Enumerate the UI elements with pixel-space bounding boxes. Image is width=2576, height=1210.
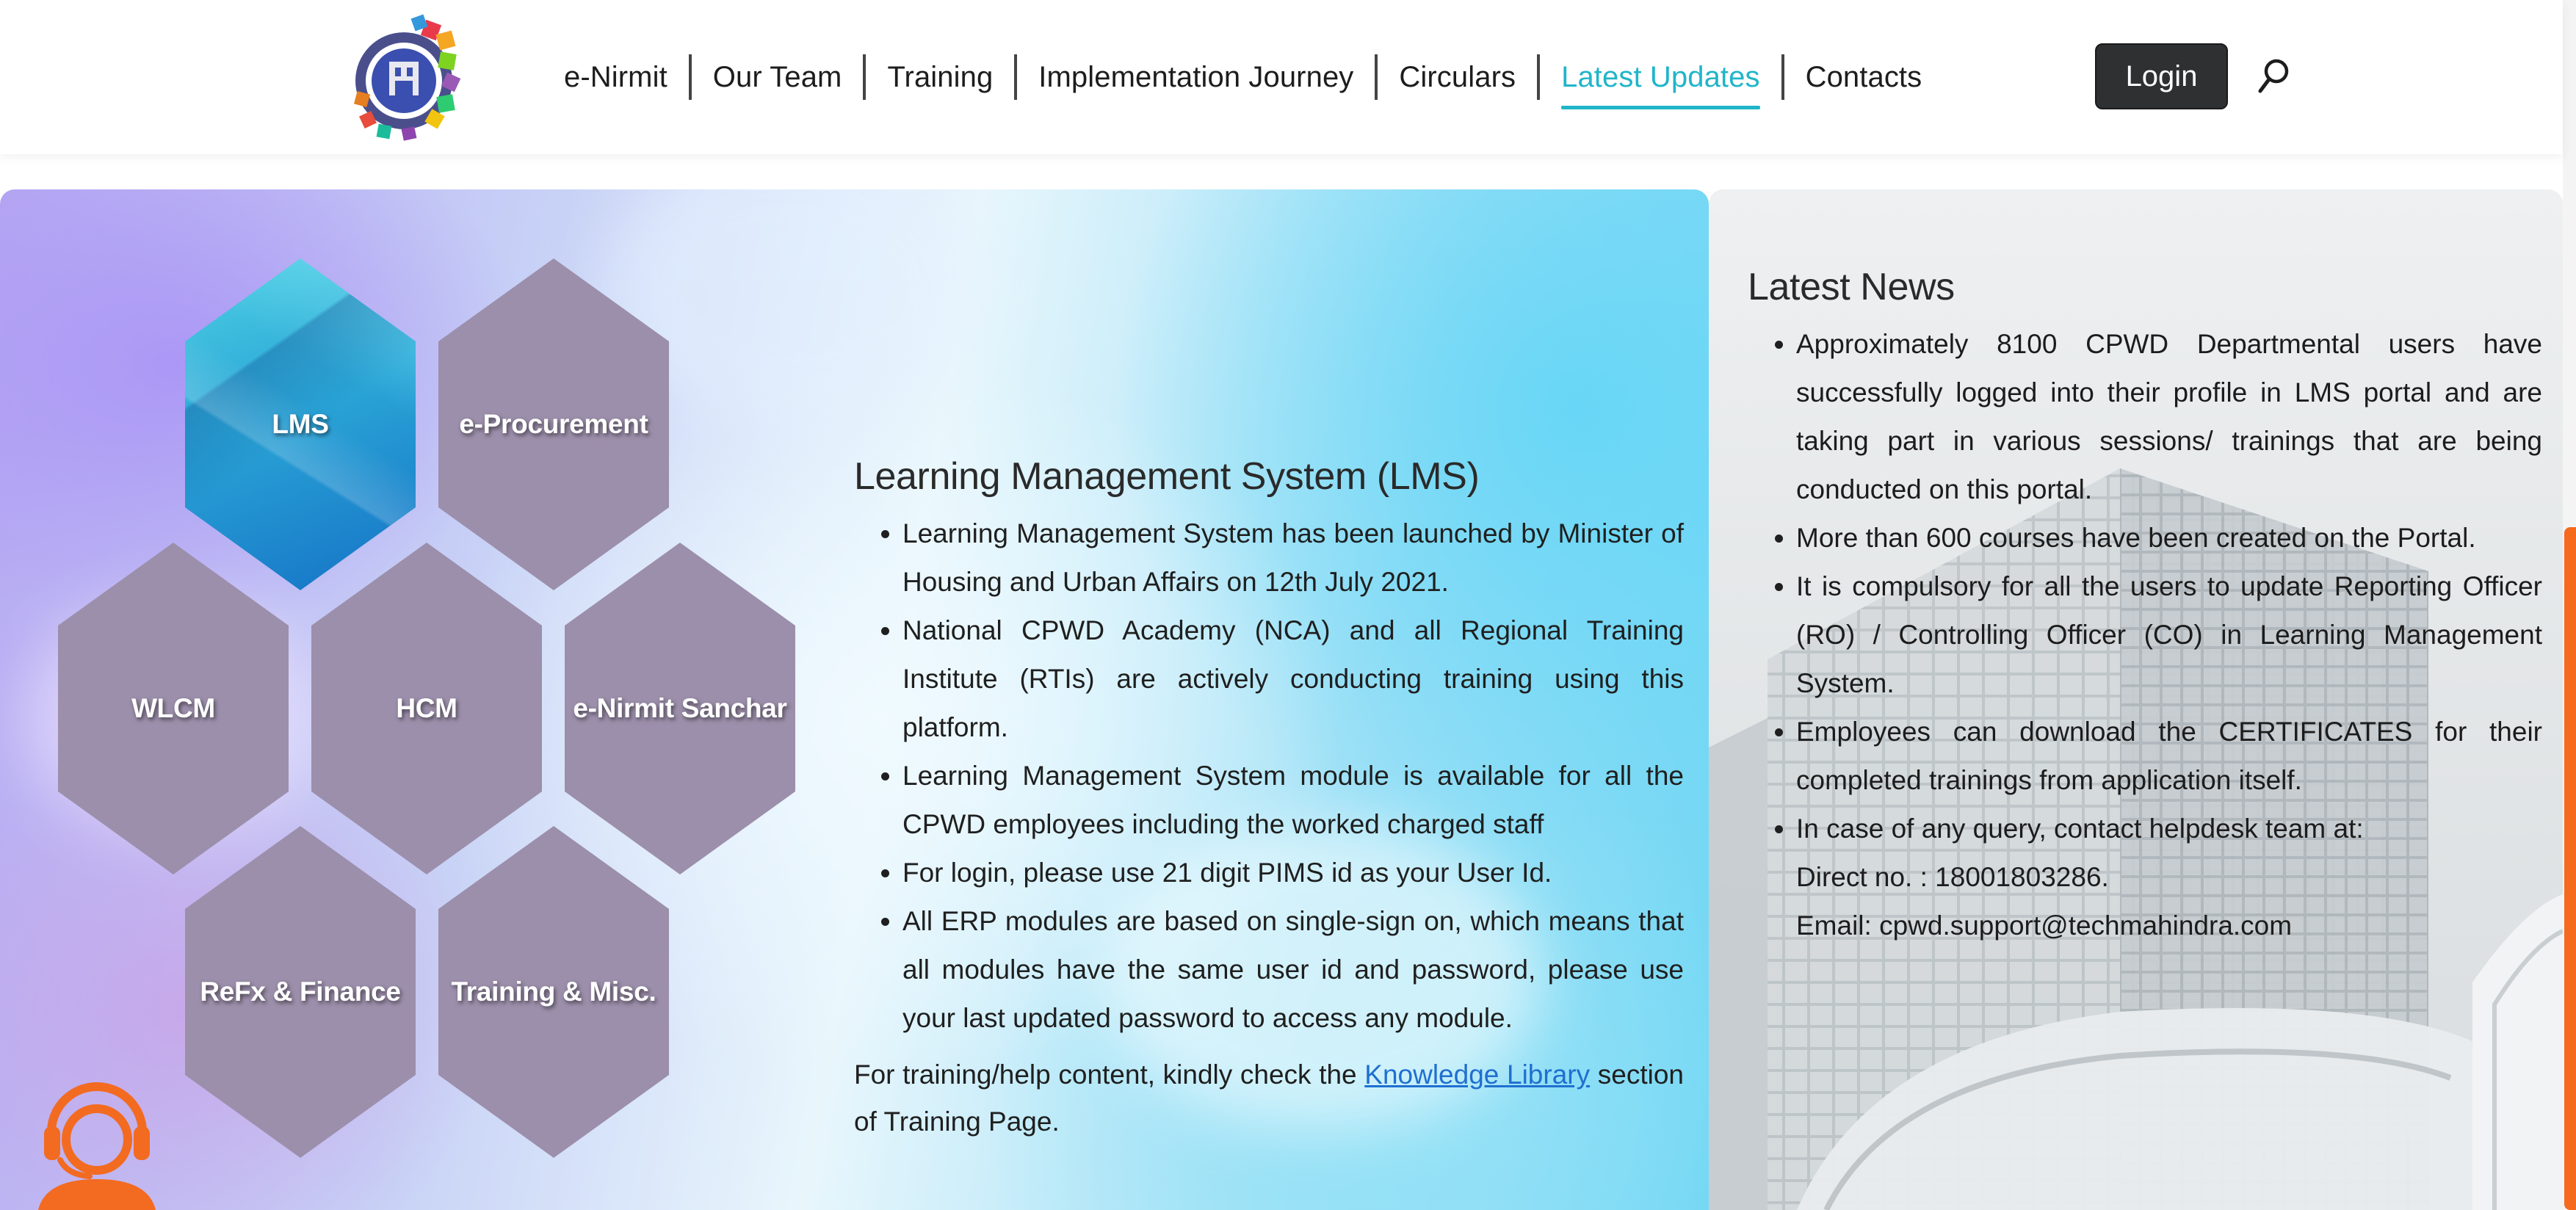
lms-bullet-list: Learning Management System has been laun…: [854, 510, 1684, 1043]
knowledge-library-link[interactable]: Knowledge Library: [1364, 1059, 1590, 1090]
list-item: All ERP modules are based on single-sign…: [854, 897, 1684, 1043]
module-tile-refx-finance[interactable]: ReFx & Finance: [185, 826, 416, 1158]
nav-item-e-nirmit[interactable]: e-Nirmit: [543, 0, 689, 154]
lms-title: Learning Management System (LMS): [854, 455, 1480, 498]
news-bullet-list: Approximately 8100 CPWD Departmental use…: [1748, 320, 2542, 853]
module-label: LMS: [272, 409, 329, 439]
module-label: Training & Misc.: [451, 977, 656, 1007]
list-item: In case of any query, contact helpdesk t…: [1748, 805, 2542, 853]
list-item: Employees can download the CERTIFICATES …: [1748, 708, 2542, 805]
list-item: It is compulsory for all the users to up…: [1748, 562, 2542, 708]
main-nav: e-Nirmit Our Team Training Implementatio…: [543, 0, 1943, 154]
latest-news-title: Latest News: [1748, 266, 1955, 308]
module-tile-hcm[interactable]: HCM: [311, 543, 542, 874]
helpdesk-email: Email: cpwd.support@techmahindra.com: [1796, 910, 2293, 941]
helpdesk-direct-number: Direct no. : 18001803286.: [1796, 862, 2109, 892]
help-text-prefix: For training/help content, kindly check …: [854, 1059, 1365, 1090]
modules-panel: LMS e-Procurement WLCM HCM e-Nirmit Sanc…: [0, 189, 1709, 1210]
module-label: HCM: [396, 693, 457, 723]
cpwd-logo[interactable]: [351, 10, 466, 142]
login-button[interactable]: Login: [2095, 43, 2228, 109]
list-item: Learning Management System has been laun…: [854, 510, 1684, 606]
site-header: e-Nirmit Our Team Training Implementatio…: [0, 0, 2563, 154]
nav-item-training[interactable]: Training: [866, 0, 1014, 154]
search-icon[interactable]: [2257, 57, 2290, 95]
module-tile-wlcm[interactable]: WLCM: [58, 543, 289, 874]
list-item: National CPWD Academy (NCA) and all Regi…: [854, 606, 1684, 752]
module-label: WLCM: [131, 693, 215, 723]
nav-item-circulars[interactable]: Circulars: [1378, 0, 1537, 154]
nav-item-latest-updates[interactable]: Latest Updates: [1540, 0, 1781, 154]
latest-news-panel: Latest News Approximately 8100 CPWD Depa…: [1709, 189, 2563, 1210]
list-item: For login, please use 21 digit PIMS id a…: [854, 849, 1684, 897]
module-label: ReFx & Finance: [200, 977, 401, 1007]
nav-item-our-team[interactable]: Our Team: [692, 0, 864, 154]
module-tile-e-nirmit-sanchar[interactable]: e-Nirmit Sanchar: [565, 543, 795, 874]
latest-news: Latest News Approximately 8100 CPWD Depa…: [1748, 258, 2542, 950]
lms-info: Learning Management System (LMS) Learnin…: [854, 448, 1684, 1145]
help-paragraph: For training/help content, kindly check …: [854, 1051, 1684, 1145]
module-tile-training-misc[interactable]: Training & Misc.: [438, 826, 669, 1158]
list-item: More than 600 courses have been created …: [1748, 514, 2542, 562]
page-scrollbar-thumb[interactable]: [2564, 527, 2576, 1210]
module-label: e-Nirmit Sanchar: [573, 693, 787, 723]
list-item: Approximately 8100 CPWD Departmental use…: [1748, 320, 2542, 514]
headset-support-icon[interactable]: [38, 1069, 156, 1210]
module-tile-lms[interactable]: LMS: [185, 258, 416, 590]
nav-item-contacts[interactable]: Contacts: [1784, 0, 1944, 154]
list-item: Learning Management System module is ava…: [854, 752, 1684, 849]
nav-item-implementation-journey[interactable]: Implementation Journey: [1017, 0, 1375, 154]
module-label: e-Procurement: [459, 409, 648, 439]
